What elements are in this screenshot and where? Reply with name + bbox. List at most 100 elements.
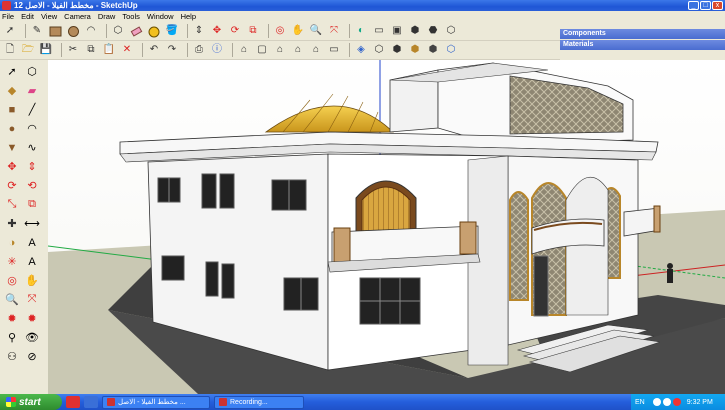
arc-icon[interactable]: ◠: [24, 121, 40, 136]
share-component-icon[interactable]: ⬣: [426, 24, 440, 38]
front-view-icon[interactable]: ⌂: [273, 43, 287, 57]
volume-icon[interactable]: [662, 398, 671, 406]
hidden-line-style-icon[interactable]: ⬢: [390, 43, 404, 57]
select-icon[interactable]: ➚: [4, 64, 20, 79]
circle-icon[interactable]: ●: [4, 121, 20, 136]
network-icon[interactable]: [652, 398, 661, 406]
section-plane-icon[interactable]: ⊘: [24, 349, 40, 364]
menu-draw[interactable]: Draw: [98, 12, 116, 21]
menu-tools[interactable]: Tools: [122, 12, 140, 21]
wireframe-style-icon[interactable]: ⬡: [372, 43, 386, 57]
look-around-icon[interactable]: 👁: [24, 330, 40, 345]
orbit-icon[interactable]: ◎: [4, 273, 20, 288]
follow-me-icon[interactable]: ⟲: [24, 178, 40, 193]
back-view-icon[interactable]: ⌂: [309, 43, 323, 57]
polygon-icon[interactable]: ▼: [4, 140, 20, 155]
make-component-icon[interactable]: ⬡: [111, 24, 125, 38]
paint-bucket-icon[interactable]: 🪣: [165, 24, 179, 38]
zoom-window-icon[interactable]: ⤧: [24, 292, 40, 307]
make-component-icon[interactable]: ⬡: [24, 64, 40, 79]
zoom-extents-icon[interactable]: ✹: [4, 311, 20, 326]
zoom-icon[interactable]: 🔍: [4, 292, 20, 307]
3d-text-icon[interactable]: A: [24, 254, 40, 269]
iso-view-icon[interactable]: ⌂: [237, 43, 251, 57]
share-model-icon[interactable]: ⬢: [408, 24, 422, 38]
menu-window[interactable]: Window: [147, 12, 174, 21]
minimize-button[interactable]: _: [688, 1, 699, 10]
materials-tray[interactable]: Materials: [560, 40, 725, 50]
zoom-extents-icon[interactable]: ⤧: [327, 24, 341, 38]
cut-icon[interactable]: ✂: [66, 43, 80, 57]
push-pull-icon[interactable]: ⇕: [24, 159, 40, 174]
tape-measure-icon[interactable]: ✚: [4, 216, 20, 231]
freehand-icon[interactable]: ∿: [24, 140, 40, 155]
components-tray[interactable]: Components: [560, 29, 725, 39]
menu-view[interactable]: View: [41, 12, 57, 21]
circle-icon[interactable]: [66, 24, 80, 38]
menu-help[interactable]: Help: [181, 12, 196, 21]
protractor-icon[interactable]: ◑: [4, 235, 20, 250]
move-icon[interactable]: ✥: [4, 159, 20, 174]
offset-icon[interactable]: ⧉: [246, 24, 260, 38]
select-arrow-icon[interactable]: ➚: [3, 24, 17, 38]
start-button[interactable]: start: [0, 394, 62, 410]
task-recording[interactable]: Recording...: [214, 395, 304, 409]
shaded-textures-style-icon[interactable]: ⬢: [426, 43, 440, 57]
rectangle-icon[interactable]: [48, 24, 62, 38]
right-view-icon[interactable]: ⌂: [291, 43, 305, 57]
orbit-icon[interactable]: ◎: [273, 24, 287, 38]
print-icon[interactable]: ⎙: [192, 43, 206, 57]
security-icon[interactable]: [672, 398, 681, 406]
text-icon[interactable]: A: [24, 235, 40, 250]
maximize-button[interactable]: □: [700, 1, 711, 10]
warehouse-icon[interactable]: ⬡: [444, 24, 458, 38]
pencil-line-icon[interactable]: ✎: [30, 24, 44, 38]
line-icon[interactable]: ╱: [24, 102, 40, 117]
menu-camera[interactable]: Camera: [64, 12, 91, 21]
pan-hand-icon[interactable]: ✋: [291, 24, 305, 38]
menu-file[interactable]: File: [2, 12, 14, 21]
quicklaunch-acrobat-icon[interactable]: [66, 396, 80, 408]
redo-icon[interactable]: ↷: [165, 43, 179, 57]
rectangle-icon[interactable]: ■: [4, 102, 20, 117]
get-models-icon[interactable]: ▣: [390, 24, 404, 38]
task-sketchup[interactable]: مخطط الفيلا - الاصل ...: [102, 395, 210, 409]
undo-icon[interactable]: ↶: [147, 43, 161, 57]
axes-icon[interactable]: ✳: [4, 254, 20, 269]
paste-icon[interactable]: 📋: [102, 43, 116, 57]
pan-icon[interactable]: ✋: [24, 273, 40, 288]
language-indicator[interactable]: EN: [635, 399, 645, 406]
new-file-icon[interactable]: 🗋: [3, 43, 17, 57]
position-camera-icon[interactable]: ⚲: [4, 330, 20, 345]
model-info-icon[interactable]: ⓘ: [210, 43, 224, 57]
offset-icon[interactable]: ⧉: [24, 197, 40, 212]
open-folder-icon[interactable]: 🗁: [21, 43, 35, 57]
left-view-icon[interactable]: ▭: [327, 43, 341, 57]
dimension-icon[interactable]: ⟷: [24, 216, 40, 231]
save-icon[interactable]: 💾: [39, 43, 53, 57]
close-button[interactable]: x: [712, 1, 723, 10]
tape-measure-icon[interactable]: [147, 24, 161, 38]
zoom-icon[interactable]: 🔍: [309, 24, 323, 38]
move-icon[interactable]: ✥: [210, 24, 224, 38]
previous-view-icon[interactable]: ✹: [24, 311, 40, 326]
paint-bucket-icon[interactable]: ◆: [4, 83, 20, 98]
push-pull-icon[interactable]: ⇕: [192, 24, 206, 38]
sketchup-app-icon[interactable]: [2, 1, 11, 10]
eraser-icon[interactable]: ▰: [24, 83, 40, 98]
shaded-style-icon[interactable]: ⬢: [408, 43, 422, 57]
walk-icon[interactable]: ⚇: [4, 349, 20, 364]
rotate-icon[interactable]: ⟳: [4, 178, 20, 193]
top-view-icon[interactable]: ▢: [255, 43, 269, 57]
copy-icon[interactable]: ⧉: [84, 43, 98, 57]
delete-icon[interactable]: ✕: [120, 43, 134, 57]
next-view-icon[interactable]: ▭: [372, 24, 386, 38]
menu-edit[interactable]: Edit: [21, 12, 34, 21]
scale-icon[interactable]: ⤡: [4, 197, 20, 212]
xray-style-icon[interactable]: ◈: [354, 43, 368, 57]
quicklaunch-ie-icon[interactable]: [84, 396, 98, 408]
previous-view-icon[interactable]: ◐: [354, 24, 368, 38]
rotate-icon[interactable]: ⟳: [228, 24, 242, 38]
drawing-viewport[interactable]: [48, 60, 725, 394]
arc-icon[interactable]: ◠: [84, 24, 98, 38]
